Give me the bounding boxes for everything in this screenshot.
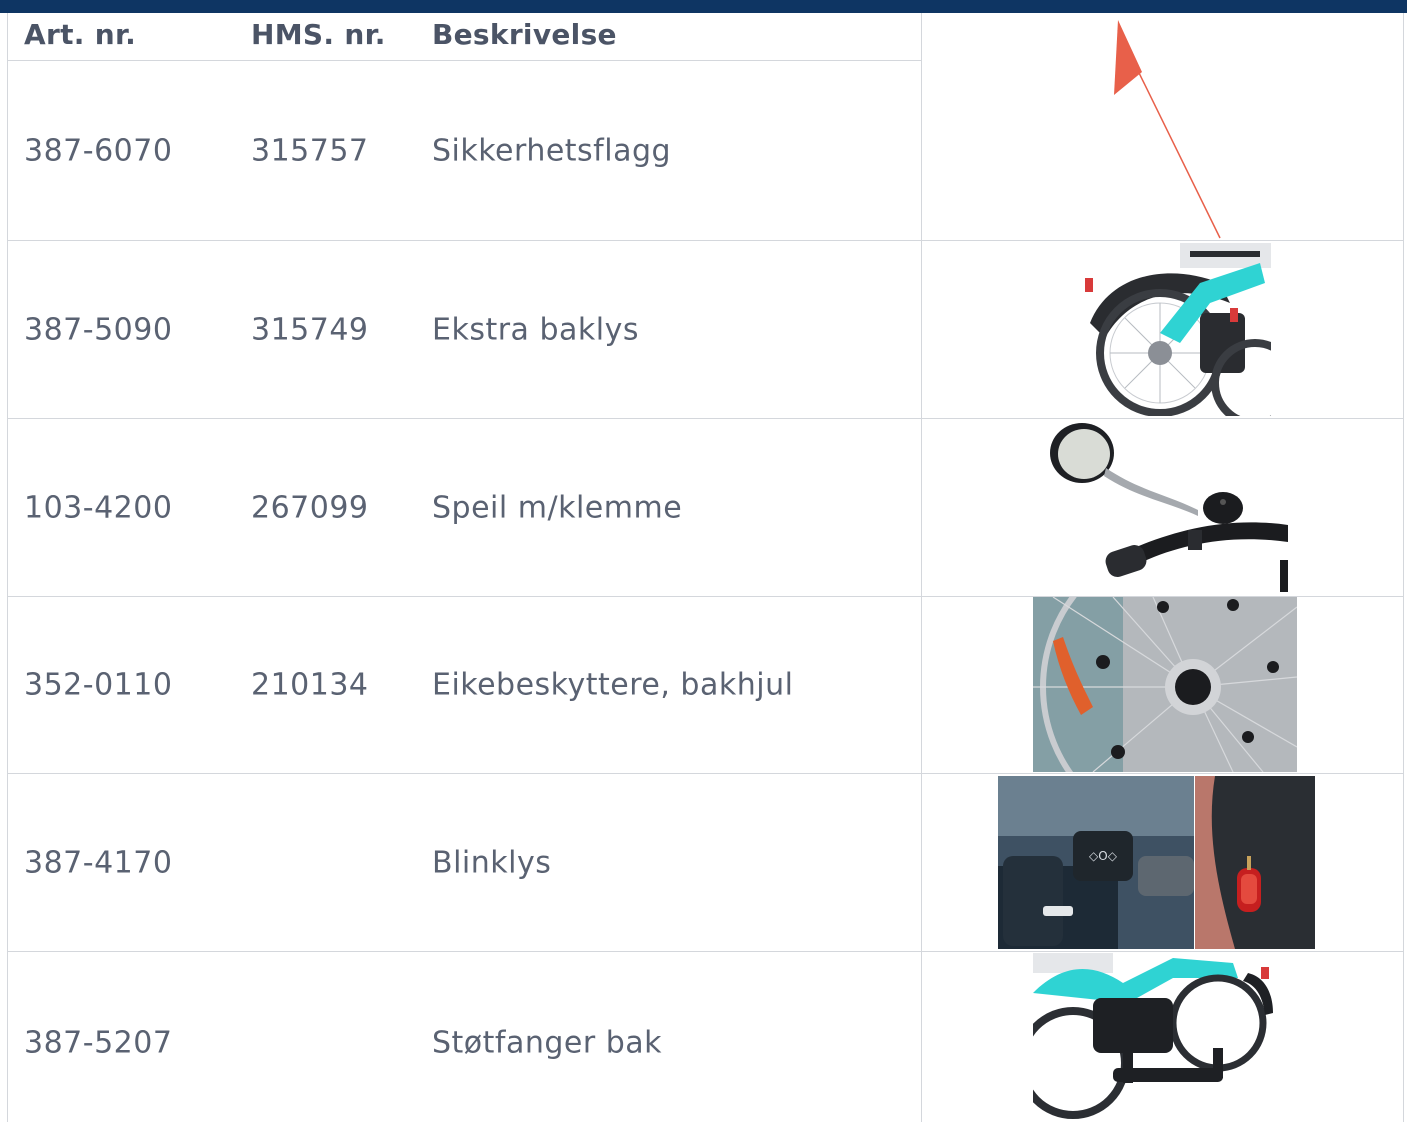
description-cell: Støtfanger bak bbox=[432, 1025, 663, 1061]
description-cell: Blinklys bbox=[432, 845, 552, 880]
description-cell: Ekstra baklys bbox=[432, 312, 639, 347]
top-accent-bar bbox=[0, 0, 1407, 13]
grid-line-middle bbox=[921, 13, 922, 1122]
art-nr-cell: 387-4170 bbox=[24, 845, 173, 880]
art-nr-cell: 352-0110 bbox=[24, 667, 173, 703]
table-row: 387-5207 Støtfanger bak bbox=[8, 952, 921, 1122]
hms-nr-cell: 315749 bbox=[251, 312, 369, 347]
art-nr-cell: 103-4200 bbox=[24, 490, 173, 525]
header-art-nr: Art. nr. bbox=[24, 18, 137, 51]
table-row: 387-6070 315757 Sikkerhetsflagg bbox=[8, 61, 921, 240]
svg-text:◇O◇: ◇O◇ bbox=[1089, 849, 1118, 863]
table-row: 103-4200 267099 Speil m/klemme bbox=[8, 419, 921, 596]
description-cell: Sikkerhetsflagg bbox=[432, 133, 672, 168]
mirror-image bbox=[1048, 420, 1288, 592]
rear-bumper-image bbox=[1033, 953, 1278, 1122]
table-row: 387-4170 Blinklys bbox=[8, 774, 921, 951]
hms-nr-cell: 315757 bbox=[251, 133, 369, 168]
grid-line-right bbox=[1403, 13, 1404, 1122]
table-header: Art. nr. HMS. nr. Beskrivelse bbox=[8, 13, 921, 61]
turn-signal-switch-image: ◇O◇ bbox=[998, 776, 1194, 949]
turn-signal-light-image bbox=[1195, 776, 1315, 949]
extra-rear-light-image bbox=[1080, 243, 1271, 416]
header-beskrivelse: Beskrivelse bbox=[432, 18, 617, 51]
art-nr-cell: 387-5090 bbox=[24, 312, 173, 347]
description-cell: Eikebeskyttere, bakhjul bbox=[432, 667, 794, 703]
safety-flag-image bbox=[1100, 20, 1230, 240]
art-nr-cell: 387-5207 bbox=[24, 1025, 173, 1061]
hms-nr-cell: 267099 bbox=[251, 490, 369, 525]
spoke-guards-image bbox=[1033, 597, 1297, 772]
header-hms-nr: HMS. nr. bbox=[251, 18, 386, 51]
table-row: 387-5090 315749 Ekstra baklys bbox=[8, 241, 921, 418]
art-nr-cell: 387-6070 bbox=[24, 133, 173, 168]
hms-nr-cell: 210134 bbox=[251, 667, 369, 703]
description-cell: Speil m/klemme bbox=[432, 490, 683, 525]
table-row: 352-0110 210134 Eikebeskyttere, bakhjul bbox=[8, 597, 921, 773]
